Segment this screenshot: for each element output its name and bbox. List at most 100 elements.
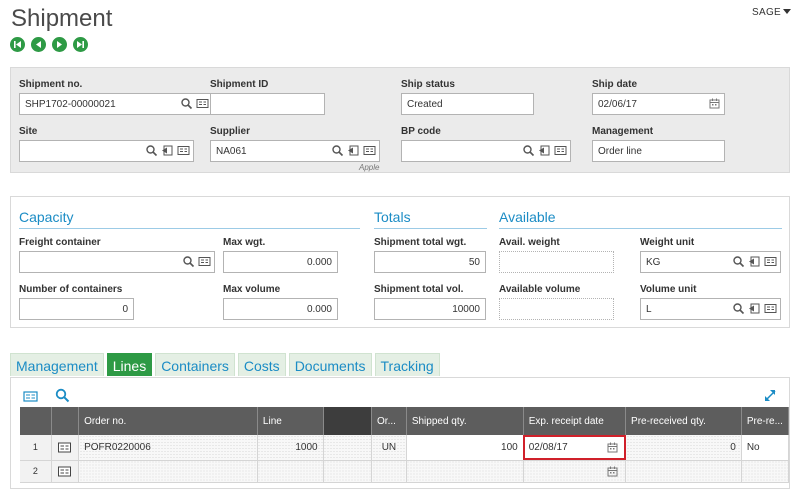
exp-receipt-date-cell[interactable] (523, 460, 627, 483)
detail-icon[interactable] (764, 302, 777, 315)
ship-status-field[interactable]: Created (401, 93, 534, 115)
site-field[interactable] (19, 140, 194, 162)
max-volume-field[interactable]: 0.000 (223, 298, 338, 320)
detail-icon[interactable] (196, 97, 209, 110)
calendar-icon[interactable] (708, 97, 721, 110)
column-header-pre-re[interactable]: Pre-re... (741, 407, 790, 435)
row-action[interactable] (51, 435, 80, 461)
column-header-or[interactable]: Or... (371, 407, 407, 435)
tab-bar: Management Lines Containers Costs Docume… (10, 353, 440, 376)
column-header-exp-receipt-date[interactable]: Exp. receipt date (523, 407, 627, 435)
available-volume-label: Available volume (499, 284, 581, 295)
detail-icon[interactable] (363, 144, 376, 157)
column-header-order-no[interactable]: Order no. (78, 407, 258, 435)
shipment-no-value: SHP1702-00000021 (25, 99, 116, 110)
capacity-divider (19, 228, 360, 229)
capacity-panel: Capacity Totals Available Freight contai… (10, 196, 790, 328)
row-action[interactable] (51, 460, 80, 483)
column-header-line[interactable]: Line (257, 407, 324, 435)
jump-to-icon[interactable] (347, 144, 360, 157)
volume-unit-field[interactable]: L (640, 298, 781, 320)
search-icon[interactable] (732, 302, 745, 315)
tab-containers[interactable]: Containers (155, 353, 235, 376)
weight-unit-label: Weight unit (640, 237, 695, 248)
calendar-icon[interactable] (606, 465, 619, 481)
volume-unit-value: L (646, 304, 652, 315)
row-detail-icon[interactable] (58, 442, 72, 453)
calendar-icon[interactable] (606, 441, 619, 457)
row-detail-icon[interactable] (58, 465, 72, 477)
shipment-no-field[interactable]: SHP1702-00000021 (19, 93, 213, 115)
detail-icon[interactable] (198, 255, 211, 268)
shipped-qty-cell[interactable]: 100 (406, 435, 524, 461)
max-wgt-field[interactable]: 0.000 (223, 251, 338, 273)
ship-date-field[interactable]: 02/06/17 (592, 93, 725, 115)
weight-unit-value: KG (646, 257, 661, 268)
order-no-cell[interactable] (78, 460, 258, 483)
first-record-icon[interactable] (10, 37, 25, 52)
row-number: 1 (20, 435, 52, 461)
totals-title: Totals (374, 209, 411, 225)
pre-re-cell (741, 460, 790, 483)
tab-costs[interactable]: Costs (237, 353, 286, 376)
pre-received-qty-cell: 0 (625, 435, 742, 461)
supplier-field[interactable]: NA061 (210, 140, 380, 162)
total-vol-field[interactable]: 10000 (374, 298, 486, 320)
detail-icon[interactable] (764, 255, 777, 268)
lines-grid-panel: Order no. Line Or... Shipped qty. Exp. r… (10, 377, 790, 489)
next-record-icon[interactable] (52, 37, 67, 52)
tab-tracking[interactable]: Tracking (374, 353, 440, 376)
expand-icon[interactable] (763, 388, 778, 406)
previous-record-icon[interactable] (31, 37, 46, 52)
detail-icon[interactable] (554, 144, 567, 157)
column-header-blank[interactable] (323, 407, 373, 435)
tab-management[interactable]: Management (10, 353, 104, 376)
jump-to-icon[interactable] (748, 302, 761, 315)
or-cell: UN (371, 435, 407, 461)
search-icon[interactable] (732, 255, 745, 268)
column-header-shipped-qty[interactable]: Shipped qty. (406, 407, 524, 435)
weight-unit-field[interactable]: KG (640, 251, 781, 273)
grid-search-icon[interactable] (55, 388, 70, 406)
ship-date-value: 02/06/17 (598, 99, 637, 110)
table-header-row: Order no. Line Or... Shipped qty. Exp. r… (20, 407, 790, 435)
jump-to-icon[interactable] (161, 144, 174, 157)
row-number-header (20, 407, 52, 435)
last-record-icon[interactable] (73, 37, 88, 52)
pre-re-cell[interactable]: No (741, 435, 790, 461)
max-wgt-label: Max wgt. (223, 237, 266, 248)
bp-code-label: BP code (401, 126, 441, 137)
number-of-containers-field[interactable]: 0 (19, 298, 134, 320)
tab-lines[interactable]: Lines (106, 353, 153, 376)
freight-container-field[interactable] (19, 251, 215, 273)
pre-received-qty-cell (625, 460, 742, 483)
lines-table: Order no. Line Or... Shipped qty. Exp. r… (20, 407, 790, 483)
search-icon[interactable] (145, 144, 158, 157)
search-icon[interactable] (180, 97, 193, 110)
shipment-id-field[interactable] (210, 93, 325, 115)
search-icon[interactable] (522, 144, 535, 157)
total-wgt-field[interactable]: 50 (374, 251, 486, 273)
site-label: Site (19, 126, 38, 137)
or-cell (371, 460, 407, 483)
grid-detail-icon[interactable] (23, 390, 38, 406)
search-icon[interactable] (331, 144, 344, 157)
jump-to-icon[interactable] (748, 255, 761, 268)
exp-receipt-date-cell[interactable]: 02/08/17 (523, 435, 627, 461)
tab-documents[interactable]: Documents (288, 353, 372, 376)
row-action-header (51, 407, 80, 435)
jump-to-icon[interactable] (538, 144, 551, 157)
bp-code-field[interactable] (401, 140, 571, 162)
detail-icon[interactable] (177, 144, 190, 157)
search-icon[interactable] (182, 255, 195, 268)
shipment-id-label: Shipment ID (210, 79, 269, 90)
user-menu[interactable]: SAGE (752, 7, 791, 18)
supplier-value: NA061 (216, 146, 247, 157)
shipped-qty-cell (406, 460, 524, 483)
management-field[interactable]: Order line (592, 140, 725, 162)
total-wgt-label: Shipment total wgt. (374, 237, 467, 248)
number-of-containers-label: Number of containers (19, 284, 123, 295)
max-volume-label: Max volume (223, 284, 281, 295)
totals-divider (374, 228, 487, 229)
column-header-pre-received-qty[interactable]: Pre-received qty. (625, 407, 742, 435)
